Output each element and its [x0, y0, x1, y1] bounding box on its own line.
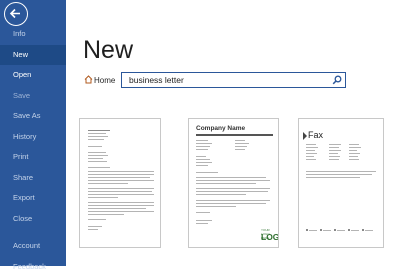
home-breadcrumb[interactable]: Home	[84, 75, 115, 85]
template-search-box[interactable]: business letter	[121, 72, 346, 88]
nav-item-account[interactable]: Account	[0, 236, 66, 257]
back-button[interactable]	[4, 2, 28, 26]
nav-item-open[interactable]: Open	[0, 65, 66, 86]
template-thumbnail-company-letter[interactable]: Company Name YOUR LOGO HERE LOGO	[188, 118, 279, 248]
nav-item-share[interactable]: Share	[0, 168, 66, 189]
nav-item-save-as[interactable]: Save As	[0, 106, 66, 127]
nav-item-print[interactable]: Print	[0, 147, 66, 168]
nav-item-export[interactable]: Export	[0, 188, 66, 209]
fax-title: Fax	[308, 130, 323, 140]
nav-item-feedback[interactable]: Feedback	[0, 257, 66, 277]
page-title: New	[83, 36, 133, 65]
search-icon[interactable]	[332, 75, 342, 85]
template-thumbnail-fax[interactable]: Fax	[298, 118, 384, 248]
nav-item-close[interactable]: Close	[0, 209, 66, 230]
company-rule	[196, 134, 273, 136]
backstage-sidebar: Info New Open Save Save As History Print…	[0, 0, 66, 266]
home-icon	[84, 75, 93, 84]
nav-item-new[interactable]: New	[0, 45, 66, 66]
fax-arrow-icon	[303, 132, 307, 140]
search-input[interactable]: business letter	[129, 75, 184, 85]
company-name-text: Company Name	[196, 125, 245, 132]
logo-text: LOGO	[261, 232, 279, 241]
backstage-nav: Info New Open Save Save As History Print…	[0, 24, 66, 229]
logo-placeholder: LOGO	[261, 232, 279, 241]
home-label: Home	[94, 76, 115, 85]
backstage-nav-bottom: Account Feedback	[0, 236, 66, 277]
back-arrow-icon	[8, 6, 23, 21]
nav-item-history[interactable]: History	[0, 127, 66, 148]
template-thumbnail-letter[interactable]	[79, 118, 161, 248]
nav-item-info[interactable]: Info	[0, 24, 66, 45]
nav-item-save[interactable]: Save	[0, 86, 66, 107]
